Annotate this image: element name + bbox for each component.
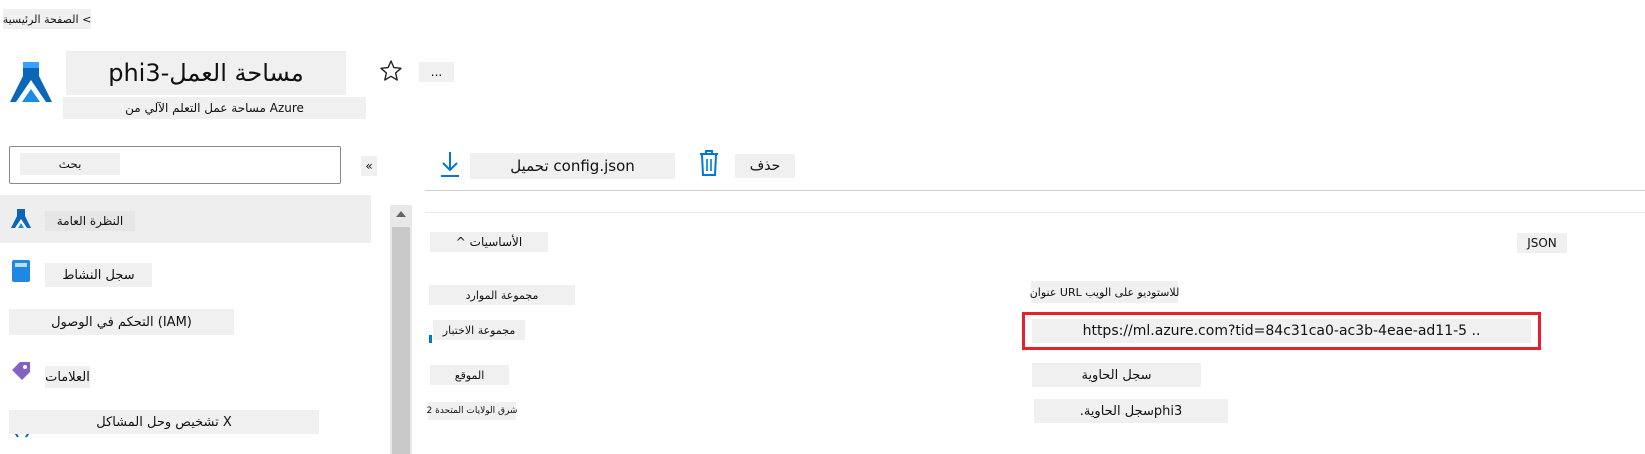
- resource-group-label: مجموعة الموارد: [429, 285, 575, 305]
- sidebar-item-label: تشخيص وحل المشاكل X: [9, 410, 319, 434]
- link-marker: [429, 335, 432, 343]
- download-config-label: تحميل config.json: [510, 157, 635, 175]
- container-registry-link[interactable]: .سجل الحاويةphi3: [1034, 399, 1228, 423]
- test-group-link[interactable]: مجموعة الاختبار: [433, 320, 525, 340]
- flask-icon: [9, 207, 33, 231]
- collapse-sidebar-button[interactable]: «: [361, 156, 377, 176]
- content-divider: [425, 212, 1645, 213]
- tag-icon: [10, 360, 32, 384]
- download-icon[interactable]: [437, 149, 463, 179]
- sidebar-item-activity-log[interactable]: سجل النشاط: [0, 255, 371, 295]
- page-subtitle-text: مساحة عمل التعلم الآلي من Azure: [125, 101, 304, 115]
- sidebar-item-tags[interactable]: العلامات: [0, 358, 371, 394]
- page-title: phi3-مساحة العمل: [66, 51, 346, 95]
- collapse-label: «: [365, 159, 373, 173]
- essentials-toggle[interactable]: ^ الأساسيات: [430, 232, 548, 252]
- json-view-link[interactable]: JSON: [1517, 233, 1567, 253]
- search-placeholder: بحث: [20, 153, 120, 175]
- sidebar-item-iam[interactable]: التحكم في الوصول (IAM): [0, 305, 371, 341]
- delete-label: حذف: [749, 158, 781, 174]
- studio-url-label: عنوان URL للاستوديو على الويب: [1030, 281, 1179, 303]
- toolbar-divider: [425, 190, 1645, 191]
- scrollbar-thumb[interactable]: [392, 227, 410, 454]
- book-icon: [11, 259, 31, 283]
- more-actions-button[interactable]: ...: [419, 62, 454, 82]
- search-input-box[interactable]: بحث: [9, 146, 341, 184]
- sidebar-item-overview[interactable]: النظرة العامة: [0, 195, 371, 243]
- sidebar-scrollbar[interactable]: [390, 205, 412, 454]
- container-registry-label: سجل الحاوية: [1032, 363, 1201, 387]
- trash-icon[interactable]: [696, 148, 722, 178]
- essentials-toggle-label: ^ الأساسيات: [455, 235, 523, 249]
- download-config-button[interactable]: تحميل config.json: [470, 153, 675, 179]
- location-label: الموقع: [430, 365, 509, 385]
- sidebar-item-label: النظرة العامة: [45, 211, 135, 231]
- delete-button[interactable]: حذف: [735, 154, 795, 178]
- location-value: شرق الولايات المتحدة 2: [427, 402, 517, 420]
- json-view-label: JSON: [1527, 236, 1557, 250]
- sidebar-item-diagnose[interactable]: تشخيص وحل المشاكل X: [0, 408, 371, 438]
- breadcrumb-label: الصفحة الرئيسية <: [2, 12, 92, 26]
- more-actions-label: ...: [430, 65, 443, 79]
- page-title-text: phi3-مساحة العمل: [108, 59, 304, 87]
- azure-ml-logo-icon: [8, 58, 54, 108]
- page-subtitle: مساحة عمل التعلم الآلي من Azure: [63, 97, 366, 119]
- studio-url-link[interactable]: https://ml.azure.com?tid=84c31ca0-ac3b-4…: [1032, 319, 1531, 343]
- sidebar-item-label: العلامات: [45, 366, 90, 388]
- sidebar-item-label: التحكم في الوصول (IAM): [9, 309, 234, 335]
- studio-url-highlight: https://ml.azure.com?tid=84c31ca0-ac3b-4…: [1022, 312, 1541, 350]
- sidebar-item-label: سجل النشاط: [45, 263, 152, 287]
- scroll-up-arrow-icon[interactable]: [394, 209, 408, 219]
- breadcrumb[interactable]: الصفحة الرئيسية <: [3, 9, 91, 29]
- favorite-star-icon[interactable]: [378, 58, 404, 84]
